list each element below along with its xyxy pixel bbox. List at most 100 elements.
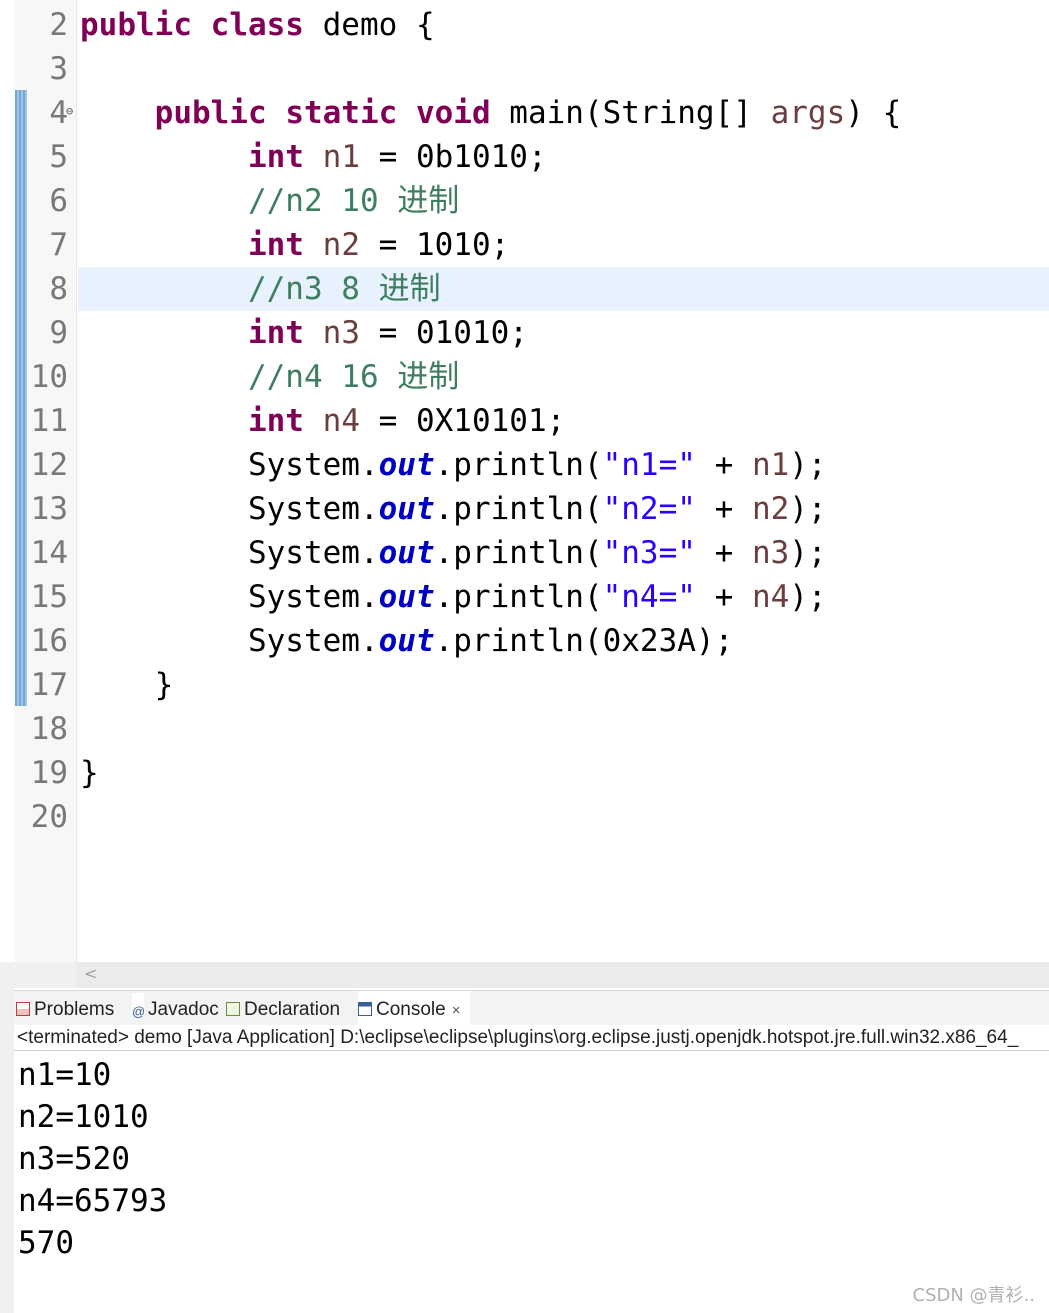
token-field: out bbox=[378, 579, 435, 615]
code-line[interactable]: 5 int n1 = 0b1010; bbox=[0, 135, 1049, 179]
code-line[interactable]: 3 bbox=[0, 47, 1049, 91]
tab-problems[interactable]: Problems bbox=[16, 991, 128, 1025]
code-line[interactable]: 12 System.out.println("n1=" + n1); bbox=[0, 443, 1049, 487]
token-kw: int bbox=[247, 403, 304, 439]
token-kw: class bbox=[210, 7, 304, 43]
token-plain: + bbox=[695, 491, 752, 527]
console-status: <terminated> demo [Java Application] D:\… bbox=[14, 1025, 1049, 1051]
console-output-line: n4=65793 bbox=[18, 1183, 168, 1219]
token-var: n4 bbox=[322, 403, 360, 439]
code-line[interactable]: 15 System.out.println("n4=" + n4); bbox=[0, 575, 1049, 619]
fold-collapse-icon[interactable]: ⊖ bbox=[66, 105, 73, 117]
tab-console[interactable]: Console × bbox=[358, 991, 470, 1027]
token-kw: int bbox=[247, 139, 304, 175]
code-line[interactable]: 10 //n4 16 进制 bbox=[0, 355, 1049, 399]
console-output-line: n3=520 bbox=[18, 1141, 130, 1177]
code-line[interactable]: 13 System.out.println("n2=" + n2); bbox=[0, 487, 1049, 531]
token-plain: + bbox=[695, 535, 752, 571]
code-text: //n2 10 进制 bbox=[80, 179, 459, 223]
token-kw: static bbox=[285, 95, 398, 131]
close-icon[interactable]: × bbox=[452, 1002, 461, 1019]
token-field: out bbox=[378, 623, 435, 659]
code-line[interactable]: 16 System.out.println(0x23A); bbox=[0, 619, 1049, 663]
code-text: public class demo { bbox=[80, 3, 435, 47]
token-field: out bbox=[378, 535, 435, 571]
code-line[interactable]: 11 int n4 = 0X10101; bbox=[0, 399, 1049, 443]
line-number: 20 bbox=[30, 799, 68, 835]
line-number: 10 bbox=[30, 359, 68, 395]
token-plain: ) { bbox=[845, 95, 902, 131]
line-number: 5 bbox=[49, 139, 68, 175]
token-cm: //n4 16 进制 bbox=[247, 359, 460, 395]
token-plain: System. bbox=[80, 623, 379, 659]
token-field: out bbox=[378, 447, 435, 483]
token-plain: System. bbox=[80, 491, 379, 527]
line-number: 17 bbox=[30, 667, 68, 703]
console-output[interactable]: n1=10 n2=1010 n3=520 n4=65793 570 bbox=[14, 1052, 1049, 1313]
line-number: 14 bbox=[30, 535, 68, 571]
token-var: args bbox=[770, 95, 846, 131]
token-plain: System. bbox=[80, 535, 379, 571]
code-line[interactable]: 20 bbox=[0, 795, 1049, 839]
token-str: "n3=" bbox=[602, 535, 696, 571]
console-output-line: n1=10 bbox=[18, 1057, 112, 1093]
token-str: "n2=" bbox=[602, 491, 696, 527]
token-plain: .println( bbox=[434, 491, 603, 527]
token-var: n3 bbox=[751, 535, 790, 571]
code-text: System.out.println("n1=" + n1); bbox=[80, 443, 827, 487]
code-line[interactable]: 6 //n2 10 进制 bbox=[0, 179, 1049, 223]
line-number: 16 bbox=[30, 623, 68, 659]
token-plain: = 0X10101; bbox=[359, 403, 566, 439]
code-line[interactable]: 14 System.out.println("n3=" + n3); bbox=[0, 531, 1049, 575]
token-plain: .println( bbox=[434, 579, 603, 615]
horizontal-scrollbar[interactable]: < bbox=[14, 962, 1049, 988]
code-line[interactable]: 9 int n3 = 01010; bbox=[0, 311, 1049, 355]
token-var: n3 bbox=[322, 315, 360, 351]
token-kw: public bbox=[80, 7, 192, 43]
tab-label: Problems bbox=[34, 999, 115, 1020]
code-text: } bbox=[80, 663, 174, 707]
token-str: "n4=" bbox=[602, 579, 696, 615]
token-plain: demo { bbox=[303, 7, 435, 43]
code-line[interactable]: 17 } bbox=[0, 663, 1049, 707]
code-line[interactable]: 7 int n2 = 1010; bbox=[0, 223, 1049, 267]
scroll-left-arrow-icon[interactable]: < bbox=[84, 964, 97, 983]
token-kw: void bbox=[415, 95, 491, 131]
code-line[interactable]: 4 ⊖ public static void main(String[] args… bbox=[0, 91, 1049, 135]
token-plain: = 1010; bbox=[359, 227, 510, 263]
token-plain: ); bbox=[789, 447, 827, 483]
tab-label: Javadoc bbox=[148, 999, 219, 1020]
line-number: 19 bbox=[30, 755, 68, 791]
line-number: 4 bbox=[49, 95, 68, 131]
code-line[interactable]: 18 bbox=[0, 707, 1049, 751]
token-plain: System. bbox=[80, 447, 379, 483]
console-output-line: n2=1010 bbox=[18, 1099, 149, 1135]
line-number: 13 bbox=[30, 491, 68, 527]
token-var: n2 bbox=[751, 491, 790, 527]
line-number: 7 bbox=[49, 227, 68, 263]
scrollbar-track[interactable] bbox=[76, 962, 1049, 988]
token-plain: System. bbox=[80, 579, 379, 615]
code-line[interactable]: 2 public class demo { bbox=[0, 3, 1049, 47]
view-tab-bar: Problems @ Javadoc Declaration Console × bbox=[14, 990, 1049, 1027]
code-text: //n4 16 进制 bbox=[80, 355, 459, 399]
token-plain: main(String[] bbox=[490, 95, 771, 131]
token-kw: int bbox=[247, 315, 304, 351]
tab-javadoc[interactable]: @ Javadoc bbox=[132, 991, 222, 1025]
left-border-bottom bbox=[0, 962, 14, 1313]
code-editor[interactable]: 2 public class demo {3 4 ⊖ public static vo… bbox=[0, 0, 1049, 962]
tab-declaration[interactable]: Declaration bbox=[226, 991, 354, 1025]
code-line[interactable]: 19} bbox=[0, 751, 1049, 795]
token-var: n2 bbox=[322, 227, 360, 263]
code-line[interactable]: 8 //n3 8 进制 bbox=[0, 267, 1049, 311]
